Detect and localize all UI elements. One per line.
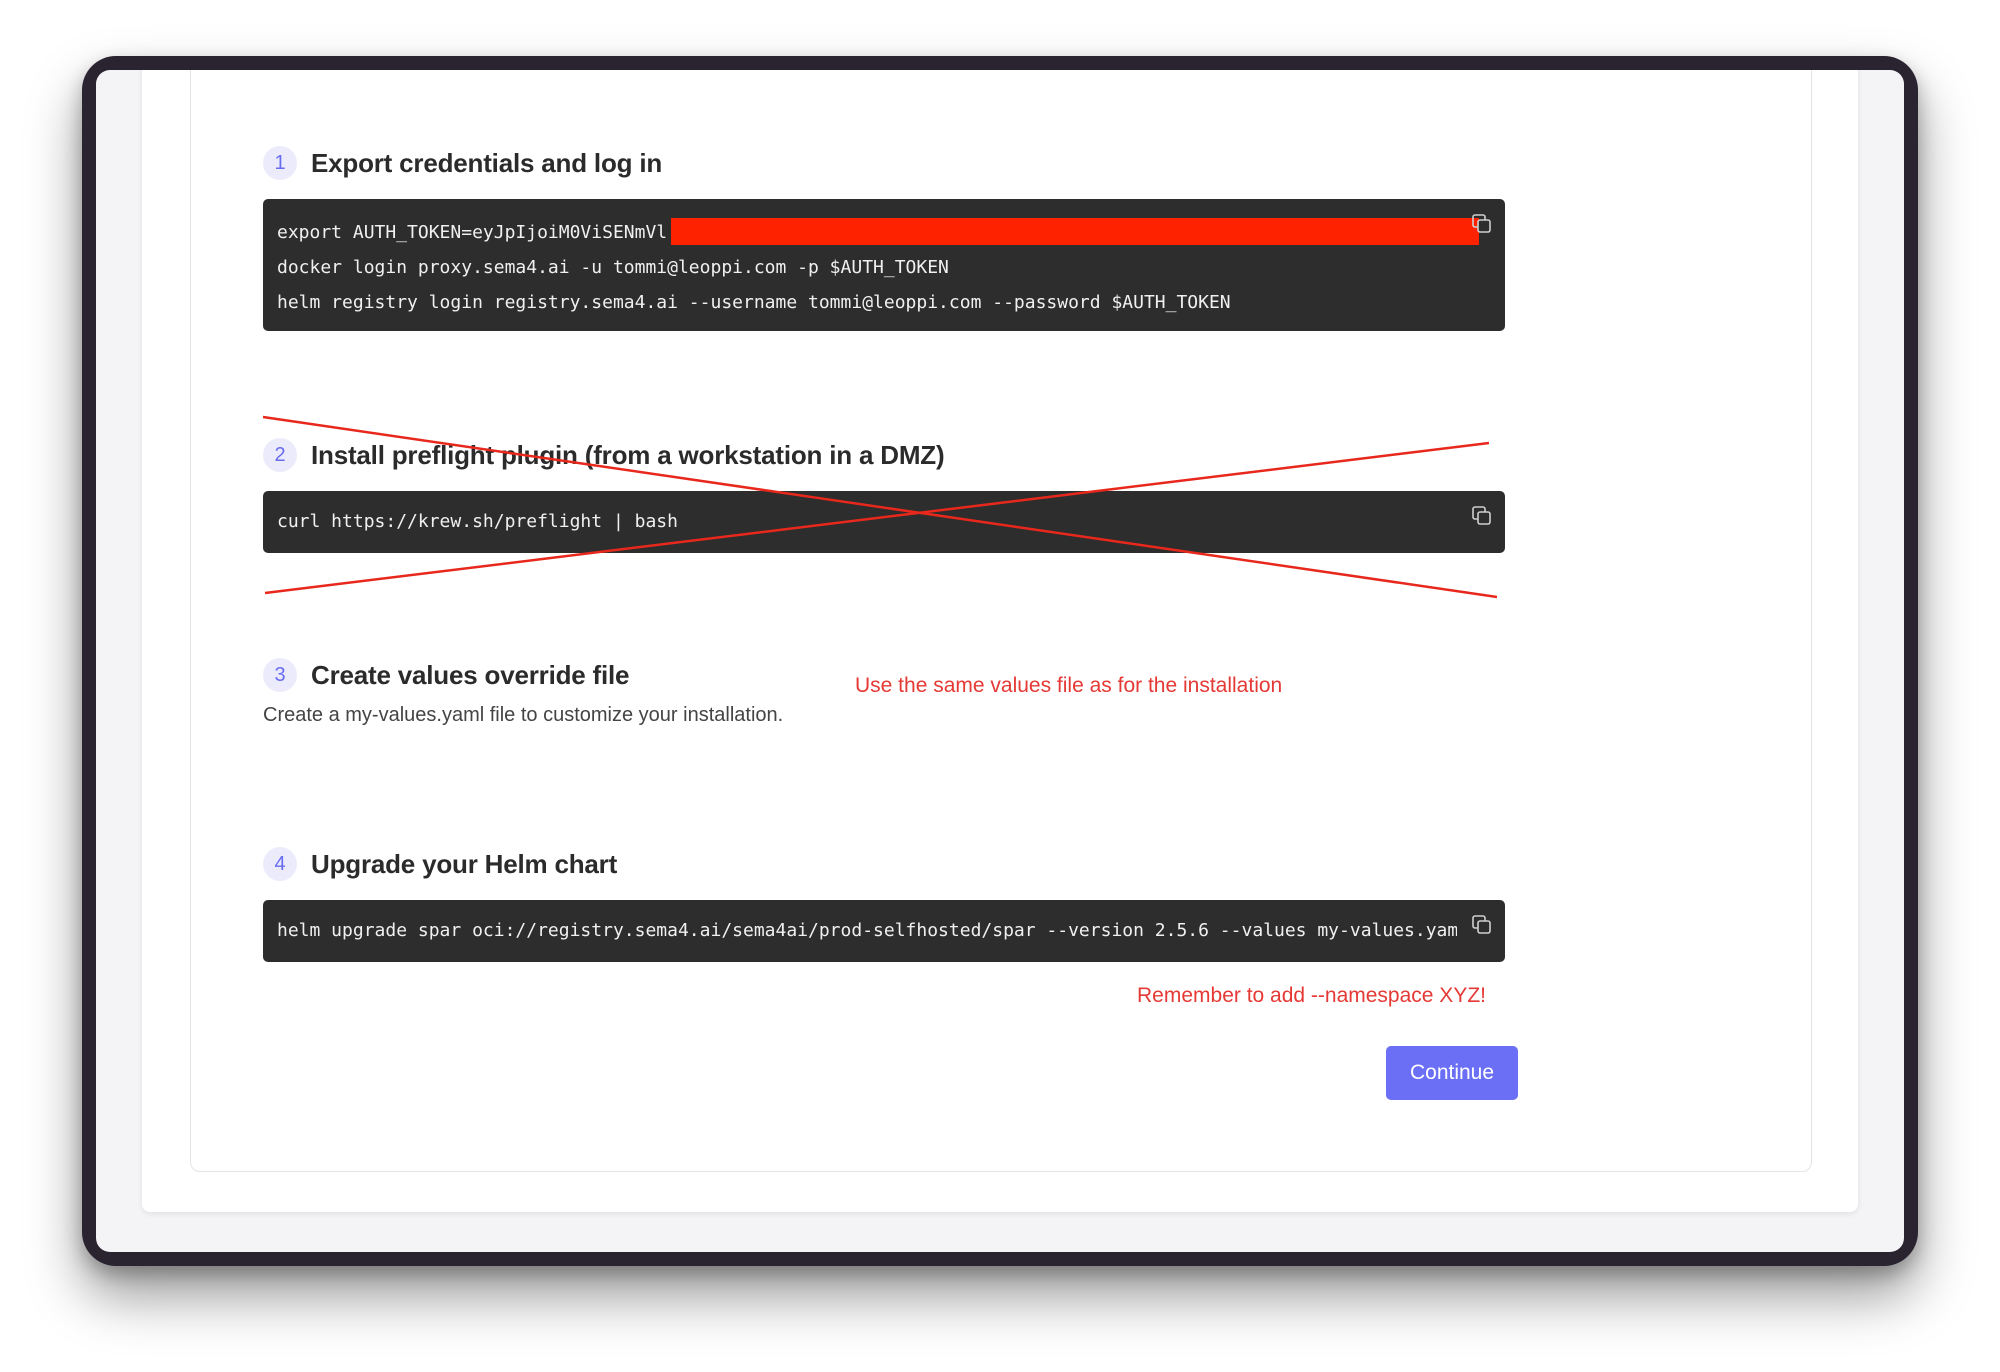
copy-icon[interactable] bbox=[1471, 505, 1493, 527]
step-2-badge: 2 bbox=[263, 438, 297, 472]
copy-icon[interactable] bbox=[1471, 914, 1493, 936]
step-1-header: 1 Export credentials and log in bbox=[263, 143, 662, 183]
step-1-code-block[interactable]: export AUTH_TOKEN=eyJpIjoiM0ViSENmVl doc… bbox=[263, 199, 1505, 331]
copy-icon[interactable] bbox=[1471, 213, 1493, 235]
code-line-export-token[interactable]: export AUTH_TOKEN=eyJpIjoiM0ViSENmVl bbox=[277, 215, 1491, 250]
step-2-header: 2 Install preflight plugin (from a works… bbox=[263, 435, 945, 475]
step-3-badge: 3 bbox=[263, 658, 297, 692]
step-4-title: Upgrade your Helm chart bbox=[311, 848, 618, 879]
namespace-annotation: Remember to add --namespace XYZ! bbox=[1137, 984, 1486, 1007]
outer-card: 1 Export credentials and log in export A… bbox=[142, 70, 1858, 1212]
app-screen: 1 Export credentials and log in export A… bbox=[96, 70, 1904, 1252]
step-4-code-block[interactable]: helm upgrade spar oci://registry.sema4.a… bbox=[263, 900, 1505, 962]
code-line-install-preflight[interactable]: curl https://krew.sh/preflight | bash bbox=[277, 504, 1491, 539]
step-3-description: Create a my-values.yaml file to customiz… bbox=[263, 704, 784, 726]
values-file-annotation: Use the same values file as for the inst… bbox=[855, 674, 1283, 697]
redaction-bar bbox=[671, 218, 1479, 245]
continue-button[interactable]: Continue bbox=[1386, 1046, 1518, 1100]
step-2-code-block[interactable]: curl https://krew.sh/preflight | bash bbox=[263, 491, 1505, 553]
code-line-helm-upgrade[interactable]: helm upgrade spar oci://registry.sema4.a… bbox=[277, 913, 1457, 948]
code-line-docker-login[interactable]: docker login proxy.sema4.ai -u tommi@leo… bbox=[277, 250, 1491, 285]
step-1-badge: 1 bbox=[263, 146, 297, 180]
step-1-title: Export credentials and log in bbox=[311, 147, 663, 178]
step-3-header: 3 Create values override file bbox=[263, 655, 630, 695]
step-3-title: Create values override file bbox=[311, 659, 630, 690]
step-4-header: 4 Upgrade your Helm chart bbox=[263, 844, 617, 884]
code-line-helm-registry-login[interactable]: helm registry login registry.sema4.ai --… bbox=[277, 285, 1491, 320]
install-steps-card: 1 Export credentials and log in export A… bbox=[190, 70, 1812, 1172]
step-2-title: Install preflight plugin (from a worksta… bbox=[311, 439, 945, 470]
step-4-badge: 4 bbox=[263, 847, 297, 881]
